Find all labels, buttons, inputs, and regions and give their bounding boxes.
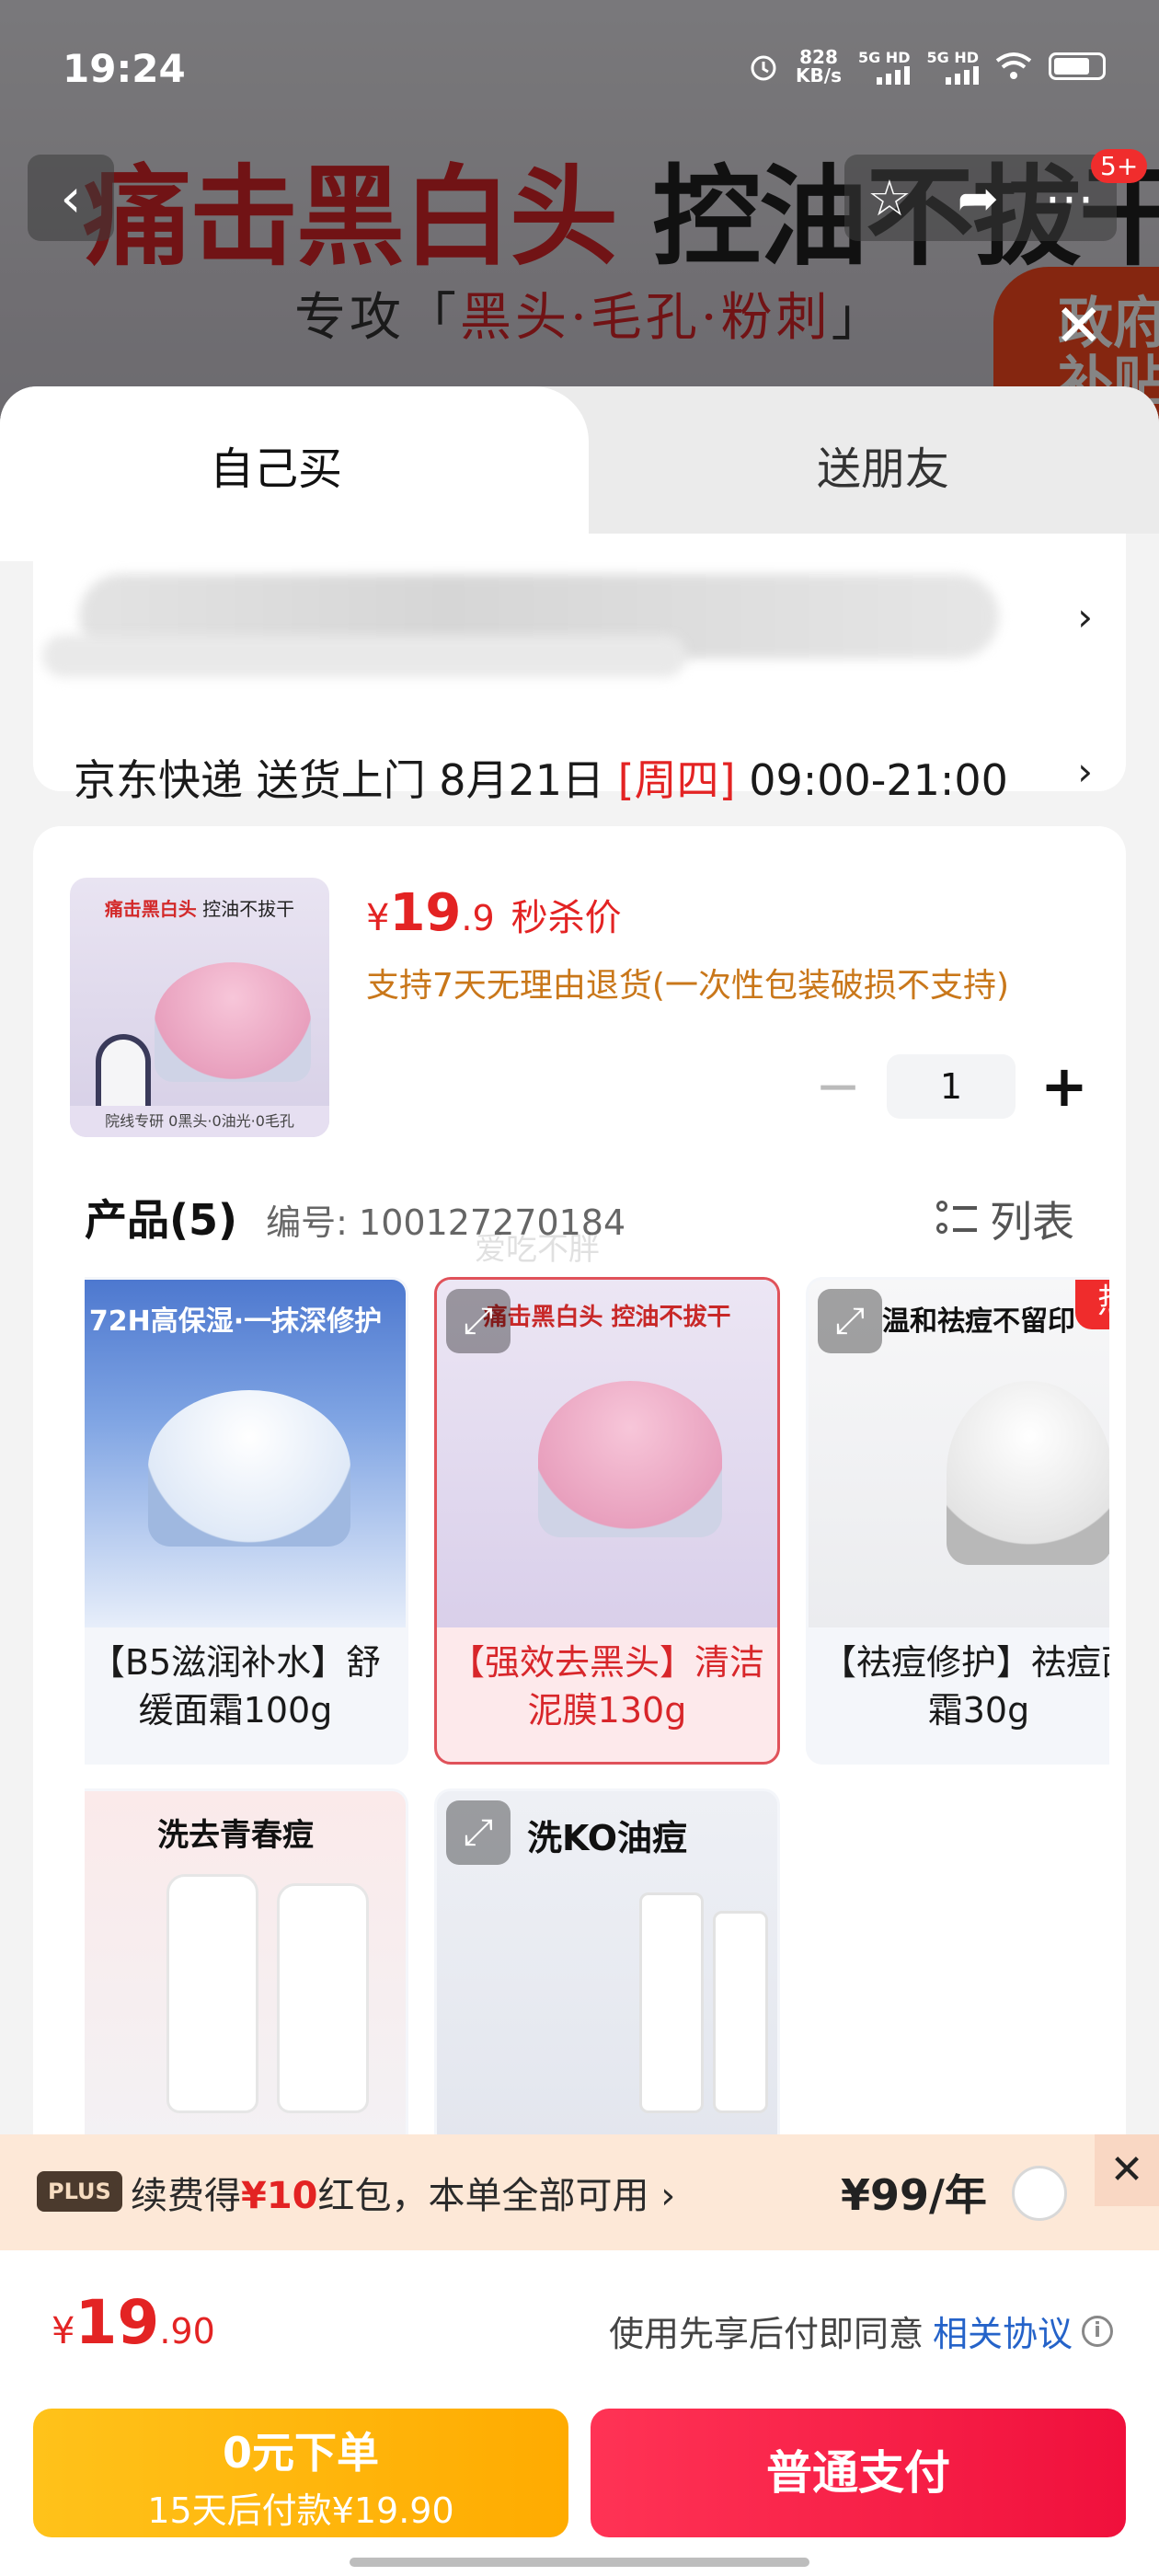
agreement-notice: 使用先享后付即同意 相关协议 i [609, 2306, 1113, 2356]
status-bar: 19:24 828 KB/s 5G HD 5G HD [0, 0, 1159, 147]
chevron-right-icon[interactable]: › [1077, 749, 1093, 794]
share-icon[interactable]: ➦ [958, 169, 999, 227]
variant-item[interactable]: 72H高保湿·一抹深修护 【B5滋润补水】舒缓面霜100g [85, 1277, 408, 1765]
normal-pay-button[interactable]: 普通支付 [591, 2409, 1126, 2537]
products-title: 产品(5) [85, 1195, 238, 1245]
list-icon [936, 1199, 977, 1239]
expand-icon[interactable]: ⤢ [446, 1289, 511, 1353]
expand-icon[interactable]: ⤢ [818, 1289, 882, 1353]
plus-price: ¥99/年 [841, 2170, 987, 2220]
plus-tag: PLUS [37, 2171, 122, 2212]
network-speed: 828 KB/s [796, 46, 842, 86]
quantity-stepper: − 1 + [806, 1054, 1096, 1119]
address-redacted-2 [42, 635, 686, 677]
hot-badge: 热 [1075, 1280, 1109, 1329]
status-icons: 828 KB/s 5G HD 5G HD [748, 48, 1106, 85]
star-icon[interactable]: ☆ [867, 169, 912, 227]
agreement-link[interactable]: 相关协议 [933, 2306, 1073, 2356]
info-icon[interactable]: i [1082, 2315, 1113, 2347]
plus-offer-text[interactable]: 续费得¥10红包，本单全部可用 › [131, 2166, 675, 2219]
variant-item[interactable]: 温和祛痘不留印 ⤢ 热 【祛痘修护】祛痘面霜30g [806, 1277, 1109, 1765]
product-thumbnail[interactable]: 痛击黑白头 控油不拔干 院线专研 0黑头·0油光·0毛孔 [70, 878, 329, 1137]
address-card[interactable]: › 京东快递 送货上门 8月21日 [周四] 09:00-21:00 › [33, 534, 1126, 805]
top-action-group: ☆ ➦ ⋯ [844, 155, 1117, 241]
home-indicator[interactable] [350, 2558, 809, 2567]
product-variant-grid: 72H高保湿·一抹深修护 【B5滋润补水】舒缓面霜100g 痛击黑白头 控油不拔… [85, 1277, 1109, 2197]
more-icon[interactable]: ⋯ [1044, 169, 1094, 227]
signal-1-icon: 5G HD [858, 49, 911, 85]
chevron-right-icon[interactable]: › [1077, 594, 1093, 639]
close-icon[interactable]: ✕ [1095, 2134, 1159, 2206]
item-price: ¥19.9 秒杀价 [366, 883, 622, 943]
plus-select-radio[interactable] [1012, 2166, 1067, 2221]
pay-later-button[interactable]: 0元下单 15天后付款¥19.90 [33, 2409, 568, 2537]
close-icon[interactable]: ✕ [1054, 293, 1104, 361]
return-policy: 支持7天无理由退货(一次性包装破损不支持) [366, 967, 1009, 1005]
variant-image: 洗去青春痘 [85, 1791, 406, 2139]
wifi-icon [995, 52, 1032, 79]
price-tag: 秒杀价 [511, 897, 622, 939]
watermark: 爱吃不胖 [475, 1231, 600, 1268]
plus-membership-banner[interactable]: PLUS 续费得¥10红包，本单全部可用 › ¥99/年 ✕ [0, 2134, 1159, 2250]
jar-image [155, 962, 311, 1082]
back-button[interactable]: ‹ [28, 155, 114, 241]
delivery-info[interactable]: 京东快递 送货上门 8月21日 [周四] 09:00-21:00 [74, 747, 1008, 808]
checkout-footer: ¥19.90 使用先享后付即同意 相关协议 i 0元下单 15天后付款¥19.9… [0, 2250, 1159, 2576]
alarm-icon [751, 55, 776, 81]
expand-icon[interactable]: ⤢ [446, 1800, 511, 1865]
battery-icon [1049, 52, 1106, 80]
increase-button[interactable]: + [1032, 1058, 1096, 1115]
signal-2-icon: 5G HD [926, 49, 979, 85]
purchase-tabs: 自己买 送朋友 [0, 386, 1159, 561]
variant-image: 72H高保湿·一抹深修护 [85, 1280, 406, 1627]
variant-item-selected[interactable]: 痛击黑白头 控油不拔干 ⤢ 【强效去黑头】清洁泥膜130g [434, 1277, 780, 1765]
total-price: ¥19.90 [52, 2287, 215, 2358]
message-badge: 5+ [1091, 149, 1148, 183]
tab-gift-friend[interactable]: 送朋友 [817, 432, 949, 497]
doctor-image [96, 1034, 151, 1117]
chevron-left-icon: ‹ [60, 167, 82, 229]
status-time: 19:24 [63, 46, 186, 91]
delivery-day: [周四] [617, 755, 736, 805]
list-view-toggle[interactable]: 列表 [936, 1189, 1074, 1249]
tab-self-label: 自己买 [210, 443, 343, 495]
quantity-input[interactable]: 1 [887, 1054, 1016, 1119]
decrease-button[interactable]: − [806, 1059, 870, 1114]
